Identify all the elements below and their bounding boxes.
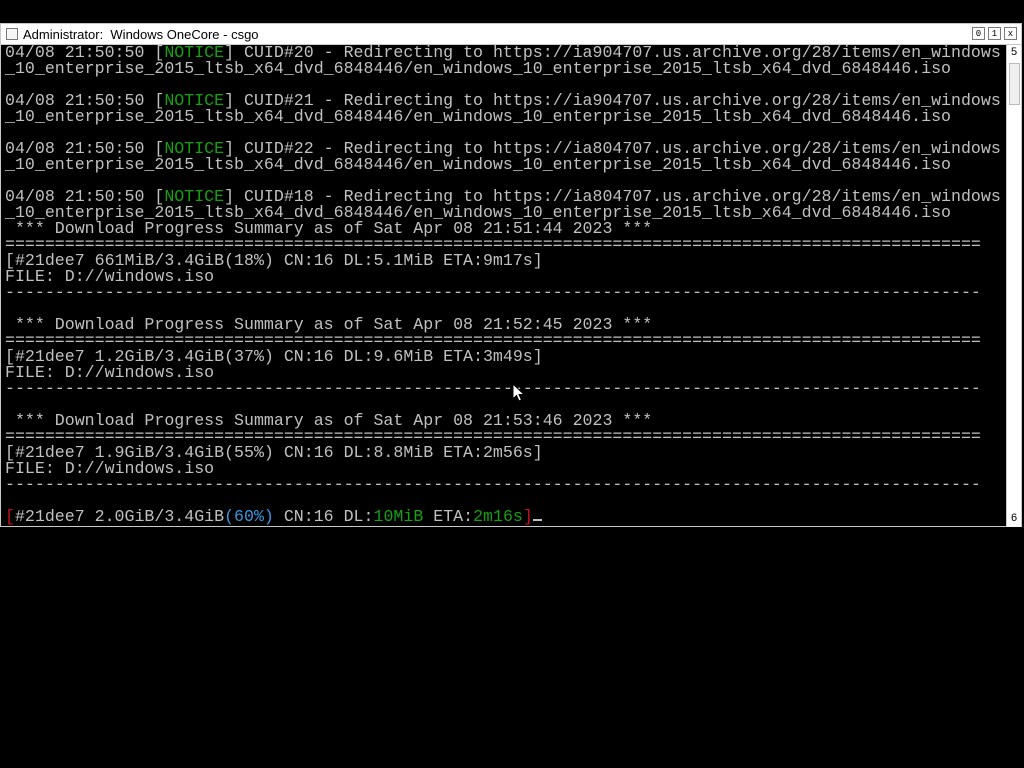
console-line: _10_enterprise_2015_ltsb_x64_dvd_6848446… (5, 155, 1005, 174)
console-text: _10_enterprise_2015_ltsb_x64_dvd_6848446… (5, 107, 951, 126)
console-line: ----------------------------------------… (5, 283, 1005, 302)
console-text: ----------------------------------------… (5, 475, 981, 494)
console-line: [#21dee7 2.0GiB/3.4GiB(60%) CN:16 DL:10M… (5, 507, 1005, 526)
scroll-down-arrow[interactable]: 6 (1007, 513, 1021, 525)
console-output[interactable]: 04/08 21:50:50 [NOTICE] CUID#20 - Redire… (5, 45, 1005, 527)
console-text: ----------------------------------------… (5, 379, 981, 398)
maximize-button[interactable]: 1 (988, 27, 1001, 40)
console-text: 2m16s (473, 507, 523, 526)
console-text: #21dee7 2.0GiB/3.4GiB (14, 507, 225, 526)
console-line: _10_enterprise_2015_ltsb_x64_dvd_6848446… (5, 107, 1005, 126)
window-controls: 0 1 x (972, 27, 1017, 40)
minimize-button[interactable]: 0 (972, 27, 985, 40)
console-line: _10_enterprise_2015_ltsb_x64_dvd_6848446… (5, 59, 1005, 78)
console-text: [ (5, 507, 15, 526)
close-button[interactable]: x (1004, 27, 1017, 40)
console-line: ----------------------------------------… (5, 379, 1005, 398)
console-text: 10MiB (373, 507, 424, 526)
mouse-pointer-icon (512, 383, 526, 402)
console-text: _10_enterprise_2015_ltsb_x64_dvd_6848446… (5, 59, 951, 78)
console-app-icon[interactable] (6, 28, 18, 40)
window-title: Administrator: Windows OneCore - csgo (23, 26, 259, 42)
scroll-up-arrow[interactable]: 5 (1007, 47, 1021, 59)
vertical-scrollbar[interactable]: 5 6 (1006, 45, 1021, 527)
console-text: ETA: (423, 507, 474, 526)
console-window: Administrator: Windows OneCore - csgo 0 … (0, 23, 1022, 527)
console-text: _10_enterprise_2015_ltsb_x64_dvd_6848446… (5, 155, 951, 174)
text-cursor (532, 519, 542, 521)
console-text: CN:16 DL: (273, 507, 374, 526)
scrollbar-thumb[interactable] (1009, 63, 1020, 105)
console-text: (60%) (224, 507, 274, 526)
console-text: ] (522, 507, 533, 526)
console-text: ----------------------------------------… (5, 283, 981, 302)
console-line: ----------------------------------------… (5, 475, 1005, 494)
title-bar[interactable]: Administrator: Windows OneCore - csgo 0 … (1, 24, 1021, 45)
